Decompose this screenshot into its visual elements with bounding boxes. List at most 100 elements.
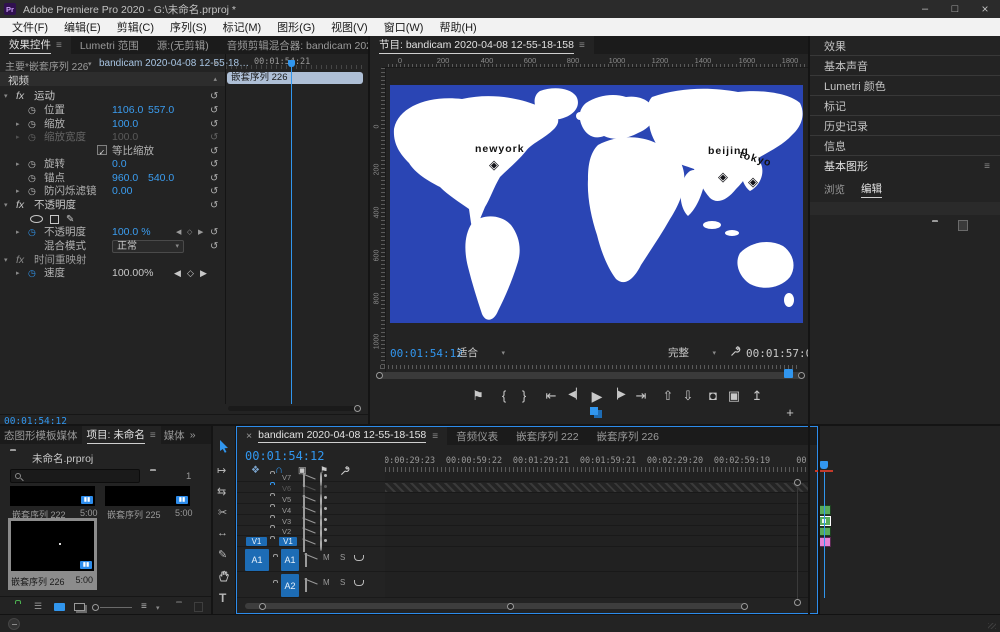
track-label[interactable]: V5 bbox=[282, 495, 291, 504]
panel-header-info[interactable]: 信息 bbox=[810, 136, 1000, 156]
track-label[interactable]: V2 bbox=[282, 527, 291, 536]
ripple-edit-tool[interactable]: ⇆ bbox=[217, 485, 226, 498]
twirl-closed-icon[interactable]: ▸ bbox=[16, 185, 20, 198]
playback-quality-dropdown[interactable]: 完整▾ bbox=[663, 345, 721, 360]
next-keyframe-icon[interactable]: ▶ bbox=[198, 226, 203, 239]
reset-icon[interactable]: ↺ bbox=[210, 104, 218, 117]
menu-help[interactable]: 帮助(H) bbox=[431, 19, 484, 35]
reset-icon[interactable]: ↺ bbox=[210, 172, 218, 185]
h-scroll-right-handle[interactable] bbox=[741, 603, 748, 610]
solo-button[interactable]: S bbox=[340, 578, 345, 587]
item-name[interactable]: 嵌套序列 225 bbox=[107, 508, 161, 521]
close-button[interactable]: × bbox=[970, 2, 1000, 16]
rect-mask-icon[interactable] bbox=[50, 215, 59, 224]
tab-lumetri-scopes[interactable]: Lumetri 范围 bbox=[71, 36, 148, 54]
scrub-left-handle[interactable] bbox=[376, 372, 383, 379]
add-marker-button[interactable]: ⚑ bbox=[470, 388, 486, 404]
twirl-closed-icon[interactable]: ▸ bbox=[16, 118, 20, 131]
ellipse-mask-icon[interactable] bbox=[30, 215, 43, 223]
project-item-selected[interactable]: ▮▮ 嵌套序列 226 5:00 bbox=[8, 518, 97, 590]
uniform-scale-checkbox[interactable]: ✓ bbox=[97, 145, 107, 155]
stopwatch-icon[interactable]: ◷ bbox=[28, 118, 36, 131]
opacity-group-label[interactable]: 不透明度 bbox=[34, 199, 76, 212]
program-playhead-handle[interactable] bbox=[784, 369, 793, 378]
settings-wrench-icon[interactable] bbox=[730, 345, 742, 360]
speed-value[interactable]: 100.00% bbox=[112, 267, 153, 280]
tab-audio-meters[interactable]: 音频仪表 bbox=[447, 427, 507, 445]
play-button[interactable]: ▶ bbox=[589, 388, 605, 405]
collapse-up-icon[interactable]: ▴ bbox=[213, 75, 217, 83]
tab-source[interactable]: 源:(无剪辑) bbox=[148, 36, 218, 54]
timeline-track-area[interactable] bbox=[385, 472, 809, 598]
tab-edit[interactable]: 编辑 bbox=[861, 181, 882, 198]
sync-status-icon[interactable] bbox=[8, 618, 20, 630]
project-item[interactable]: ▮▮ bbox=[10, 486, 95, 506]
mute-button[interactable]: M bbox=[323, 553, 330, 562]
chevron-down-icon[interactable]: ▾ bbox=[156, 604, 160, 612]
timeremap-label[interactable]: 时间重映射 bbox=[34, 254, 87, 267]
panel-menu-icon[interactable]: ≡ bbox=[56, 40, 62, 51]
sync-lock-icon[interactable] bbox=[305, 579, 307, 591]
reset-icon[interactable]: ↺ bbox=[210, 226, 218, 239]
source-patch-v1[interactable]: V1 bbox=[246, 537, 267, 546]
razor-tool[interactable]: ✂ bbox=[218, 506, 227, 519]
menu-view[interactable]: 视图(V) bbox=[323, 19, 376, 35]
next-keyframe-icon[interactable]: ▶ bbox=[200, 267, 207, 280]
menu-clip[interactable]: 剪辑(C) bbox=[109, 19, 162, 35]
reset-icon[interactable]: ↺ bbox=[210, 158, 218, 171]
program-video-frame[interactable]: newyork ◈ beijing tokyo ◈ ◈ bbox=[390, 85, 803, 323]
panel-header-essential-graphics[interactable]: 基本图形 ≡ bbox=[810, 156, 1000, 176]
panel-header-effects[interactable]: 效果 bbox=[810, 36, 1000, 56]
extract-button[interactable]: ⇩ bbox=[680, 388, 696, 404]
panel-header-history[interactable]: 历史记录 bbox=[810, 116, 1000, 136]
panel-header-essential-sound[interactable]: 基本声音 bbox=[810, 56, 1000, 76]
panel-menu-icon[interactable]: ≡ bbox=[579, 40, 585, 51]
track-label[interactable]: V7 bbox=[282, 473, 291, 482]
h-scroll-mid-handle[interactable] bbox=[507, 603, 514, 610]
mute-button[interactable]: M bbox=[323, 578, 330, 587]
anchor-y-value[interactable]: 540.0 bbox=[148, 172, 174, 185]
menu-edit[interactable]: 编辑(E) bbox=[56, 19, 109, 35]
twirl-open-icon[interactable]: ▾ bbox=[4, 199, 8, 212]
track-target-v1[interactable]: V1 bbox=[279, 537, 297, 546]
ec-playhead-head[interactable] bbox=[288, 60, 295, 67]
tab-program[interactable]: 节目: bandicam 2020-04-08 12-55-18-158≡ bbox=[370, 36, 594, 54]
panel-header-markers[interactable]: 标记 bbox=[810, 96, 1000, 116]
reset-icon[interactable]: ↺ bbox=[210, 185, 218, 198]
compare-view-button[interactable]: ▣ bbox=[726, 388, 742, 404]
zoom-slider-knob[interactable] bbox=[92, 604, 99, 611]
tab-browse[interactable]: 浏览 bbox=[824, 182, 845, 197]
go-to-out-button[interactable]: ⇥ bbox=[633, 388, 649, 404]
tab-nested-226[interactable]: 嵌套序列 226 bbox=[588, 427, 668, 445]
list-view-button[interactable]: ☰ bbox=[34, 601, 42, 612]
program-scrubber[interactable] bbox=[378, 372, 802, 379]
resize-grip-icon[interactable] bbox=[988, 623, 996, 629]
chevron-right-icon[interactable]: ▸ bbox=[214, 59, 218, 67]
step-forward-button[interactable]: ▕▶ bbox=[609, 389, 627, 400]
anchor-x-value[interactable]: 960.0 bbox=[112, 172, 138, 185]
tab-audio-mixer[interactable]: 音频剪辑混合器: bandicam 2020-04-0 bbox=[218, 36, 368, 54]
lift-button[interactable]: ⇧ bbox=[660, 388, 676, 404]
timeline-v-scrollbar[interactable] bbox=[797, 479, 798, 601]
drag-video-icon[interactable] bbox=[590, 407, 598, 415]
menu-sequence[interactable]: 序列(S) bbox=[162, 19, 215, 35]
zoom-level-dropdown[interactable]: 适合▾ bbox=[452, 345, 510, 360]
stopwatch-icon[interactable]: ◷ bbox=[28, 267, 36, 280]
icon-view-button[interactable] bbox=[54, 603, 65, 611]
menu-window[interactable]: 窗口(W) bbox=[376, 19, 432, 35]
position-y-value[interactable]: 557.0 bbox=[148, 104, 174, 117]
track-label[interactable]: V6 bbox=[282, 484, 291, 493]
ec-clip-bar[interactable]: 嵌套序列 226 bbox=[227, 72, 363, 84]
minimize-button[interactable]: – bbox=[910, 3, 940, 15]
timeline-playhead-head[interactable] bbox=[820, 461, 828, 469]
stopwatch-icon[interactable]: ◷ bbox=[28, 185, 36, 198]
tab-effect-controls[interactable]: 效果控件≡ bbox=[0, 36, 71, 54]
sync-lock-icon[interactable] bbox=[305, 554, 307, 566]
track-select-tool[interactable]: ↦ bbox=[217, 464, 226, 477]
tab-project[interactable]: 项目: 未命名≡ bbox=[82, 426, 161, 444]
program-h-ruler[interactable]: 0 200 400 600 800 1000 1200 1400 1600 18… bbox=[382, 55, 808, 68]
track-label[interactable]: V3 bbox=[282, 517, 291, 526]
menu-marker[interactable]: 标记(M) bbox=[215, 19, 270, 35]
ec-mini-ruler[interactable]: 00:01:54:21 bbox=[226, 54, 365, 70]
twirl-open-icon[interactable]: ▾ bbox=[4, 254, 8, 267]
